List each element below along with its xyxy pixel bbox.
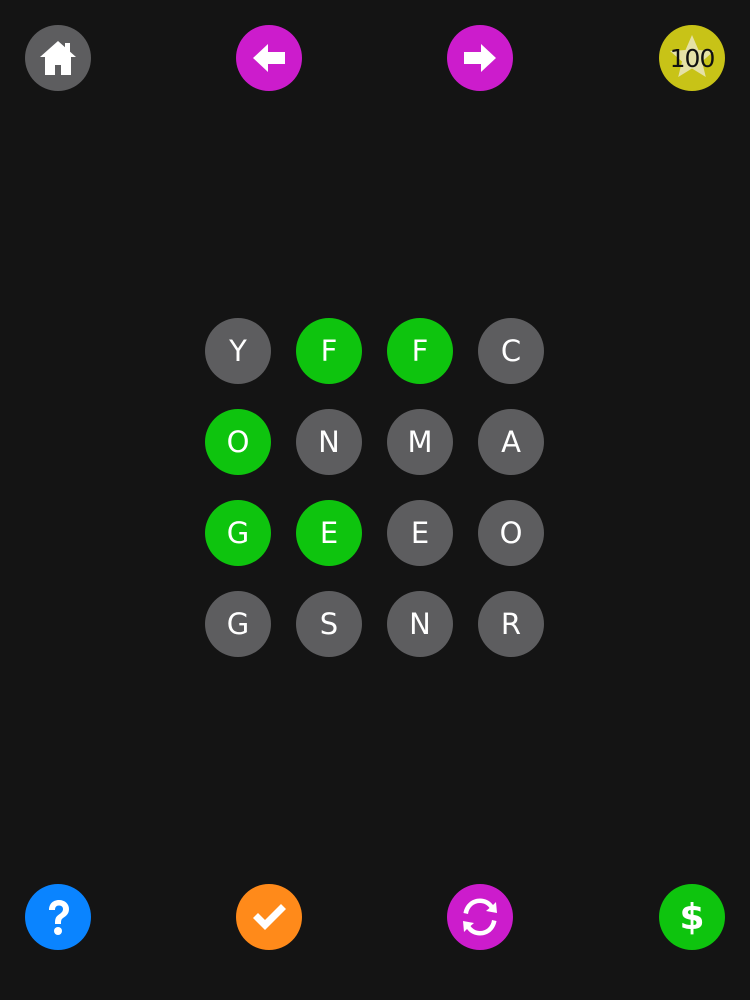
letter-tile[interactable]: F xyxy=(387,318,453,384)
letter-tile[interactable]: A xyxy=(478,409,544,475)
shuffle-button[interactable] xyxy=(447,884,513,950)
coins-button[interactable]: 100 xyxy=(659,25,725,91)
store-button[interactable]: $ xyxy=(659,884,725,950)
refresh-icon xyxy=(463,898,497,936)
letter-tile[interactable]: G xyxy=(205,591,271,657)
letter-tile[interactable]: E xyxy=(296,500,362,566)
arrow-right-icon xyxy=(464,44,496,72)
previous-button[interactable] xyxy=(236,25,302,91)
coin-count: 100 xyxy=(669,43,716,73)
checkmark-icon xyxy=(253,904,286,930)
question-icon xyxy=(49,900,69,935)
next-button[interactable] xyxy=(447,25,513,91)
letter-tile[interactable]: F xyxy=(296,318,362,384)
letter-grid: YFFCONMAGEEOGSNR xyxy=(205,318,545,658)
letter-tile[interactable]: C xyxy=(478,318,544,384)
dollar-icon: $ xyxy=(679,897,704,938)
arrow-left-icon xyxy=(253,44,285,72)
home-button[interactable] xyxy=(25,25,91,91)
help-button[interactable] xyxy=(25,884,91,950)
letter-tile[interactable]: M xyxy=(387,409,453,475)
letter-tile[interactable]: E xyxy=(387,500,453,566)
letter-tile[interactable]: G xyxy=(205,500,271,566)
letter-tile[interactable]: R xyxy=(478,591,544,657)
letter-tile[interactable]: O xyxy=(205,409,271,475)
svg-text:$: $ xyxy=(679,897,704,938)
letter-tile[interactable]: S xyxy=(296,591,362,657)
submit-button[interactable] xyxy=(236,884,302,950)
letter-tile[interactable]: O xyxy=(478,500,544,566)
letter-tile[interactable]: N xyxy=(387,591,453,657)
letter-tile[interactable]: N xyxy=(296,409,362,475)
letter-tile[interactable]: Y xyxy=(205,318,271,384)
home-icon xyxy=(40,41,76,75)
